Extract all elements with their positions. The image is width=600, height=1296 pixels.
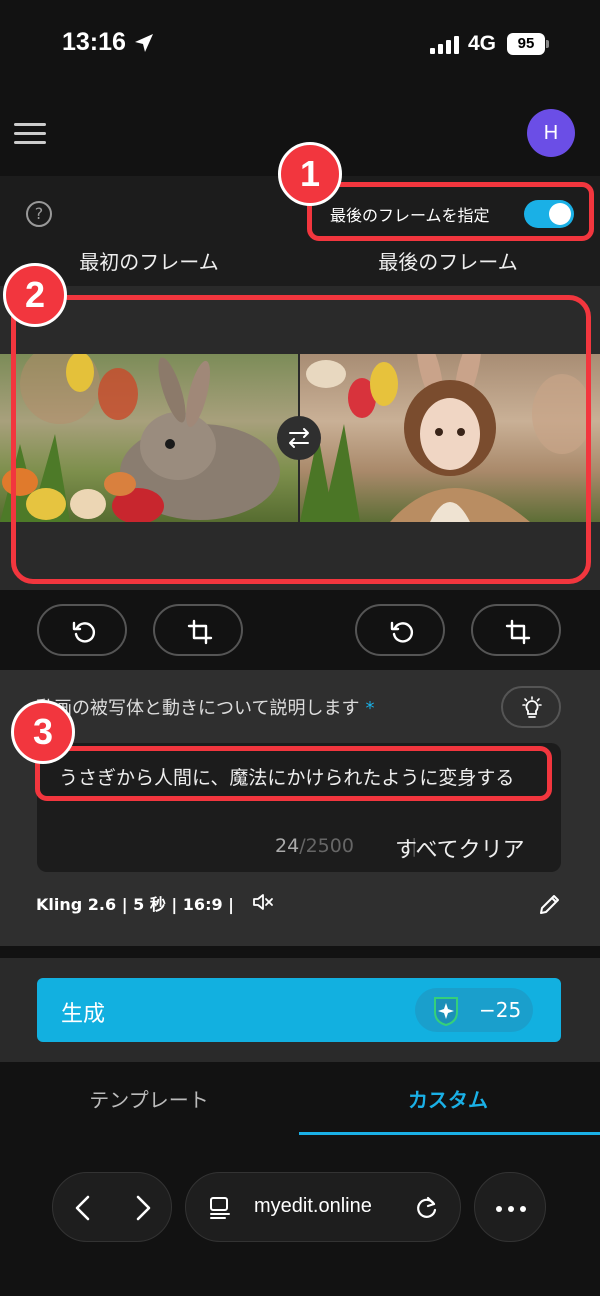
last-frame-title: 最後のフレーム — [378, 250, 518, 274]
battery-tip — [546, 40, 549, 48]
crop-icon — [505, 619, 531, 645]
lightbulb-icon — [522, 696, 542, 718]
more-options-button[interactable] — [474, 1172, 546, 1242]
help-icon[interactable]: ? — [26, 201, 52, 227]
active-tab-indicator — [299, 1132, 600, 1135]
model-settings[interactable]: Kling 2.6 | 5 秒 | 16:9 | — [36, 891, 234, 915]
hamburger-menu-icon[interactable] — [14, 123, 46, 145]
frame-edit-row — [0, 590, 600, 670]
navigation-buttons — [52, 1172, 172, 1242]
generate-label: 生成 — [61, 1002, 106, 1027]
annotation-number-1: 1 — [278, 142, 342, 206]
crop-last-frame-button[interactable] — [471, 604, 561, 656]
reload-icon[interactable] — [414, 1195, 440, 1221]
sound-off-icon[interactable] — [252, 892, 274, 912]
generate-button[interactable]: 生成 −25 — [37, 978, 561, 1042]
pencil-icon[interactable] — [538, 892, 562, 916]
rotate-last-frame-button[interactable] — [355, 604, 445, 656]
address-bar[interactable]: myedit.online — [185, 1172, 461, 1242]
url-text: myedit.online — [254, 1195, 372, 1217]
signal-strength-icon — [430, 34, 460, 54]
prompt-label: 動画の被写体と動きについて説明します * — [36, 698, 375, 719]
annotation-box-3 — [35, 746, 552, 801]
credit-icon — [434, 997, 458, 1026]
credit-cost: −25 — [415, 988, 533, 1032]
battery-icon: 95 — [507, 33, 545, 55]
rotate-icon — [390, 621, 414, 643]
prompt-section: 動画の被写体と動きについて説明します * うさぎから人間に、魔法にかけられたように… — [0, 670, 600, 946]
rotate-icon — [72, 621, 96, 643]
crop-icon — [187, 619, 213, 645]
annotation-number-3: 3 — [11, 700, 75, 764]
user-avatar[interactable]: H — [527, 109, 575, 157]
character-count: 24/2500 — [275, 835, 354, 857]
tab-custom[interactable]: カスタム — [298, 1084, 598, 1113]
forward-icon[interactable] — [129, 1193, 157, 1223]
crop-first-frame-button[interactable] — [153, 604, 243, 656]
status-bar: 13:16 4G 95 — [0, 0, 600, 90]
location-arrow-icon — [135, 34, 153, 52]
network-type: 4G — [468, 32, 497, 55]
required-mark: * — [365, 698, 375, 719]
clear-all-button[interactable]: すべてクリア — [395, 832, 525, 864]
back-icon[interactable] — [69, 1193, 97, 1223]
generate-area: 生成 −25 — [0, 958, 600, 1062]
annotation-box-1 — [307, 182, 594, 241]
rotate-first-frame-button[interactable] — [37, 604, 127, 656]
browser-toolbar: myedit.online — [0, 1138, 600, 1296]
credit-cost-value: −25 — [479, 998, 522, 1022]
tab-template[interactable]: テンプレート — [0, 1084, 298, 1113]
status-time: 13:16 — [62, 28, 126, 56]
bottom-tabs: テンプレート カスタム — [0, 1062, 600, 1138]
page-menu-icon[interactable] — [208, 1195, 232, 1221]
prompt-idea-button[interactable] — [501, 686, 561, 728]
annotation-box-2 — [11, 295, 591, 584]
annotation-number-2: 2 — [3, 263, 67, 327]
